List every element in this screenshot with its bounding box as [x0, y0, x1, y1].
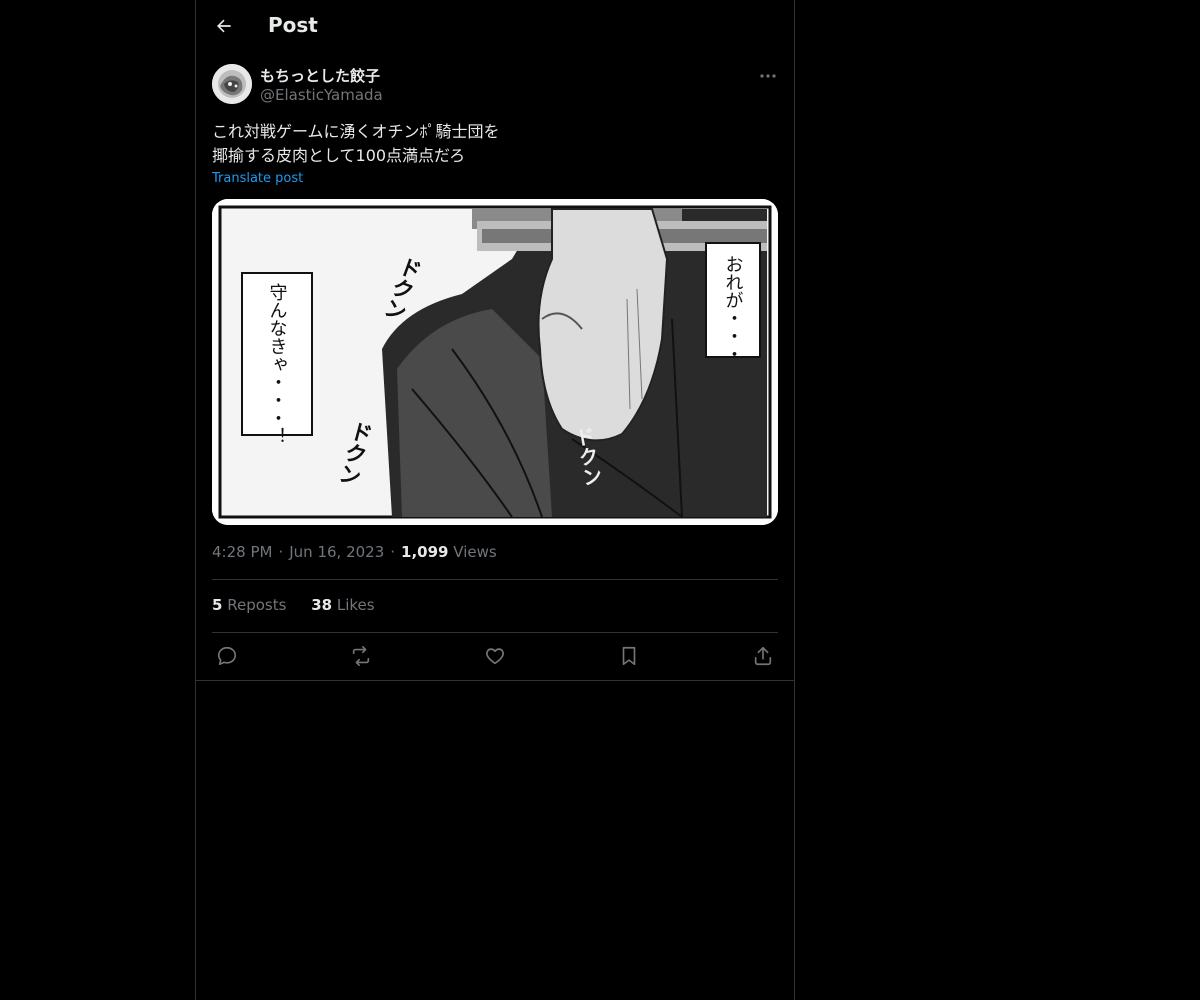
avatar[interactable] — [212, 64, 252, 104]
post-bottom-border — [196, 680, 794, 681]
page-header: Post — [196, 0, 794, 53]
heart-icon — [486, 648, 504, 665]
bookmark-icon — [622, 646, 636, 666]
repost-icon — [352, 646, 370, 666]
views-label: Views — [453, 543, 497, 561]
post-image[interactable]: おれが・・・ 守んなきゃ・・・！ ドクン ドクン ドクン — [212, 199, 778, 525]
post-text-line: これ対戦ゲームに湧くオチンﾎﾟ騎士団を — [212, 122, 500, 141]
repost-button[interactable] — [347, 642, 375, 670]
panel-caption-left: 守んなきゃ・・・！ — [267, 283, 288, 445]
divider — [212, 579, 778, 580]
translate-post-link[interactable]: Translate post — [212, 171, 303, 186]
post-stats: 5 Reposts 38 Likes — [212, 596, 395, 614]
post-text: これ対戦ゲームに湧くオチンﾎﾟ騎士団を 揶揄する皮肉として100点満点だろ — [212, 120, 772, 168]
reposts-count: 5 — [212, 596, 223, 614]
post-meta: 4:28 PM · Jun 16, 2023 · 1,099 Views — [212, 543, 497, 561]
reposts-label: Reposts — [227, 596, 287, 614]
share-icon — [754, 646, 772, 666]
arrow-left-icon — [217, 19, 231, 33]
main-column: Post もちっとした餃子 @ElasticYamada これ対戦ゲームに湧くオ… — [195, 0, 795, 1000]
page-title: Post — [268, 13, 318, 37]
reply-button[interactable] — [213, 642, 241, 670]
likes-label: Likes — [336, 596, 375, 614]
meta-separator: · — [278, 543, 284, 561]
author-display-name[interactable]: もちっとした餃子 — [260, 65, 380, 86]
post-text-line: 揶揄する皮肉として100点満点だろ — [212, 146, 466, 165]
reposts-stat[interactable]: 5 Reposts — [212, 596, 286, 614]
bookmark-button[interactable] — [615, 642, 643, 670]
meta-separator: · — [390, 543, 396, 561]
more-horizontal-icon — [760, 74, 776, 78]
like-button[interactable] — [481, 642, 509, 670]
more-options-button[interactable] — [758, 66, 778, 86]
likes-stat[interactable]: 38 Likes — [311, 596, 374, 614]
share-button[interactable] — [749, 642, 777, 670]
post-time[interactable]: 4:28 PM — [212, 543, 272, 561]
avatar-image — [212, 64, 252, 104]
author-handle[interactable]: @ElasticYamada — [260, 86, 383, 104]
views-count: 1,099 — [401, 543, 449, 561]
likes-count: 38 — [311, 596, 333, 614]
reply-icon — [217, 646, 237, 666]
post-date[interactable]: Jun 16, 2023 — [289, 543, 384, 561]
panel-caption-right: おれが・・・ — [723, 255, 744, 363]
action-bar — [212, 642, 778, 670]
divider — [212, 632, 778, 633]
manga-panel-image: おれが・・・ 守んなきゃ・・・！ ドクン ドクン ドクン — [212, 199, 778, 525]
back-button[interactable] — [210, 12, 238, 40]
